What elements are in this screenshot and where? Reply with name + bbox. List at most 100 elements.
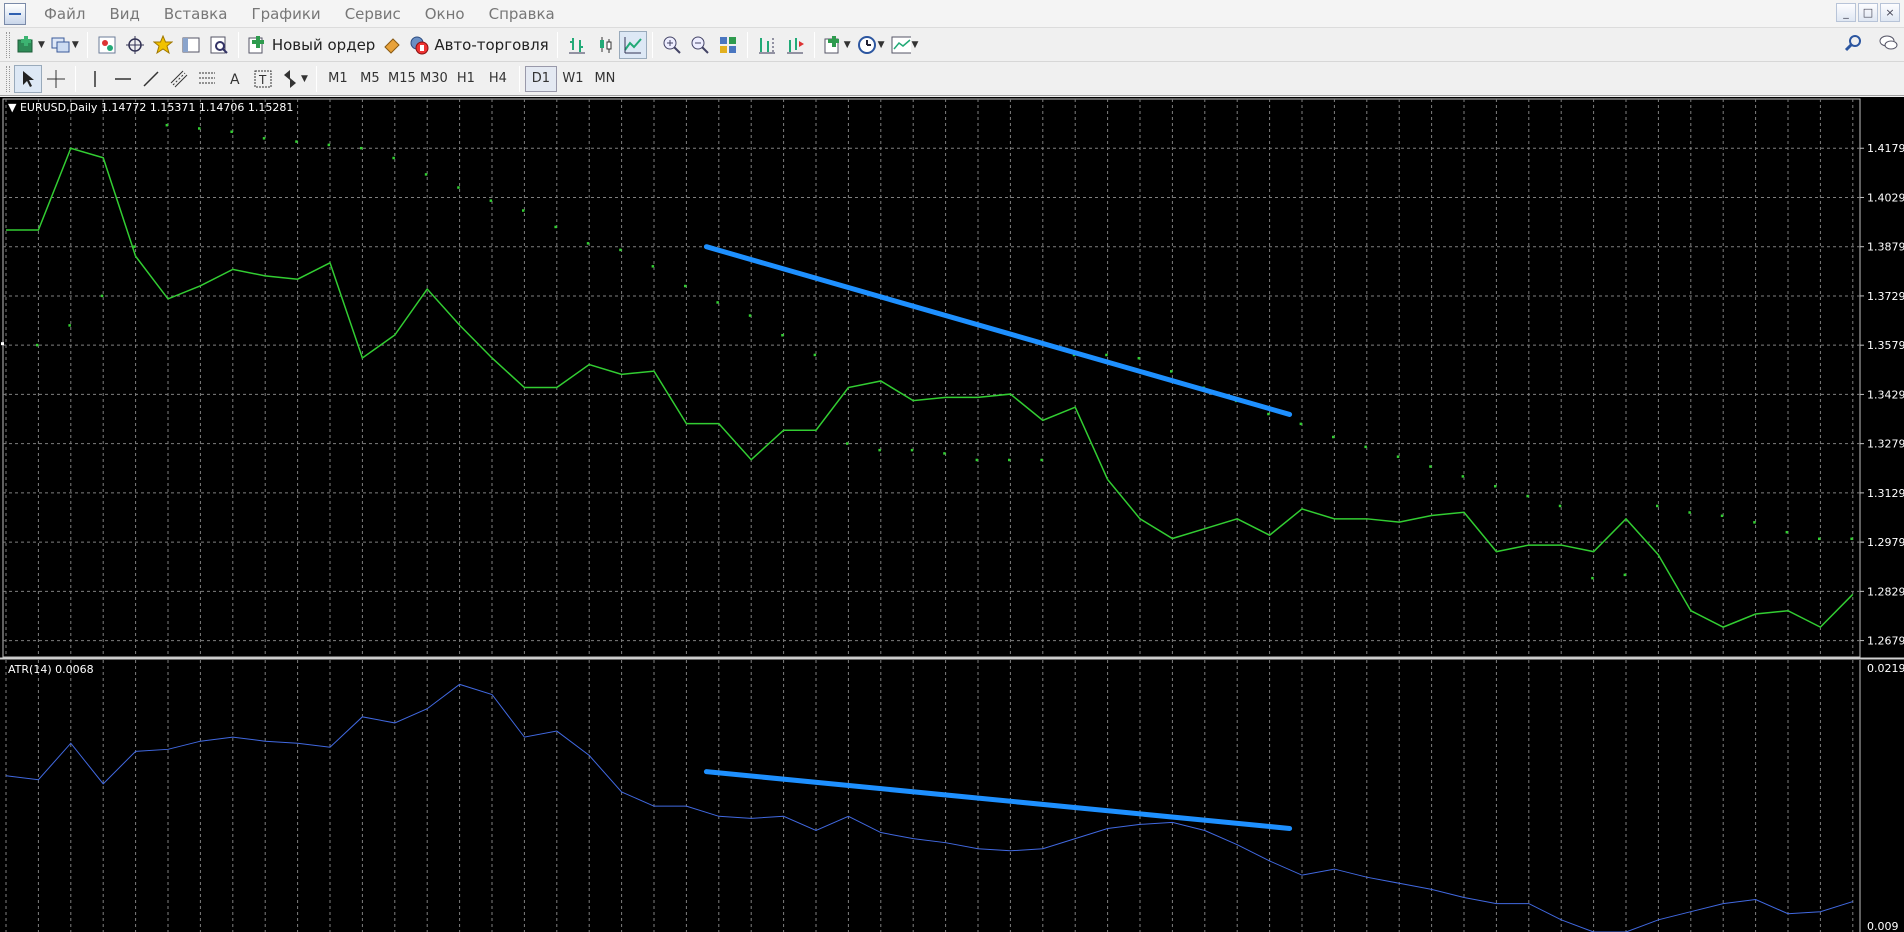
tester-button[interactable]	[205, 31, 233, 59]
sar-dot	[522, 209, 525, 212]
sar-dot	[68, 324, 71, 327]
profiles-button[interactable]: ▼	[48, 31, 82, 59]
new-chart-button[interactable]: ▼	[14, 31, 48, 59]
sar-dot	[1688, 511, 1691, 514]
text-label-icon: T	[253, 69, 273, 89]
line-studies-toolbar: A T ▼ M1 M5 M15 M30 H1 H4 D1 W1 MN	[0, 62, 1904, 96]
menu-tools[interactable]: Сервис	[333, 5, 413, 23]
favorites-button[interactable]	[149, 31, 177, 59]
candle-chart-button[interactable]	[591, 31, 619, 59]
search-icon[interactable]	[1844, 34, 1862, 56]
navigator-button[interactable]	[121, 31, 149, 59]
chart-header: ▼ EURUSD,Daily 1.14772 1.15371 1.14706 1…	[8, 101, 293, 114]
terminal-button[interactable]	[177, 31, 205, 59]
price-axis-label: 1.3879	[1867, 241, 1904, 254]
horizontal-line-icon	[113, 69, 133, 89]
chat-icon[interactable]	[1878, 34, 1898, 56]
sar-dot	[1267, 412, 1270, 416]
atr-header: ATR(14) 0.0068	[8, 663, 94, 676]
arrows-button[interactable]: ▼	[277, 65, 311, 93]
minimize-button[interactable]: _	[1836, 3, 1856, 22]
sar-dot	[457, 186, 460, 189]
sar-dot	[100, 294, 104, 298]
sar-dot	[781, 334, 784, 337]
auto-trading-label: Авто-торговля	[434, 35, 549, 54]
sar-dot	[262, 137, 266, 140]
period-m1-button[interactable]: M1	[322, 66, 354, 92]
price-chart-svg[interactable]: 1.4179 1.4029 1.3879 1.3729 1.3579 1.3429 1.32…	[0, 97, 1904, 932]
menu-window[interactable]: Окно	[413, 5, 477, 23]
period-h4-button[interactable]: H4	[482, 66, 514, 92]
market-watch-icon	[97, 35, 117, 55]
chart-window[interactable]: 1.4179 1.4029 1.3879 1.3729 1.3579 1.3429 1.32…	[0, 97, 1904, 932]
sar-dot	[748, 314, 752, 317]
period-d1-button[interactable]: D1	[524, 65, 557, 92]
collapse-arrow-icon[interactable]: ▼	[8, 101, 16, 114]
menu-charts[interactable]: Графики	[239, 5, 332, 23]
arrows-icon	[280, 69, 300, 89]
period-m15-button[interactable]: M15	[386, 66, 418, 92]
sar-dot	[198, 127, 201, 130]
period-m30-button[interactable]: M30	[418, 66, 450, 92]
sar-dot	[1008, 458, 1011, 462]
autoscroll-button[interactable]	[781, 31, 809, 59]
toolbar-grip[interactable]	[6, 31, 10, 58]
market-watch-button[interactable]	[93, 31, 121, 59]
app-icon[interactable]	[4, 2, 26, 25]
line-chart-button[interactable]	[618, 30, 647, 59]
indicators-button[interactable]: ▼	[820, 31, 854, 59]
period-m5-button[interactable]: M5	[354, 66, 386, 92]
sar-dot	[1170, 370, 1173, 373]
zoom-out-icon	[690, 35, 710, 55]
periods-icon	[857, 35, 877, 55]
zoom-in-button[interactable]	[658, 31, 686, 59]
horizontal-line-button[interactable]	[109, 65, 137, 93]
line-chart-icon	[623, 35, 643, 55]
sar-dot	[619, 248, 622, 252]
navigator-icon	[125, 35, 145, 55]
terminal-icon	[181, 35, 201, 55]
candle-chart-icon	[595, 35, 615, 55]
sar-dot	[1753, 521, 1756, 524]
meta-editor-icon	[382, 35, 402, 55]
menu-view[interactable]: Вид	[97, 5, 151, 23]
crosshair-button[interactable]	[42, 65, 70, 93]
cursor-button[interactable]	[14, 64, 42, 93]
text-label-button[interactable]: T	[249, 65, 277, 93]
vertical-line-button[interactable]	[81, 65, 109, 93]
templates-button[interactable]: ▼	[888, 31, 922, 59]
sar-dot	[813, 353, 817, 357]
crosshair-icon	[46, 69, 66, 89]
close-button[interactable]: ×	[1880, 3, 1900, 22]
text-icon: A	[225, 69, 245, 89]
bar-chart-button[interactable]	[563, 31, 591, 59]
meta-editor-button[interactable]	[378, 31, 406, 59]
text-button[interactable]: A	[221, 65, 249, 93]
period-h1-button[interactable]: H1	[450, 66, 482, 92]
zoom-out-button[interactable]	[686, 31, 714, 59]
price-axis-label: 1.4029	[1867, 191, 1904, 204]
new-order-button[interactable]: Новый ордер	[244, 31, 378, 59]
atr-trendline[interactable]	[703, 769, 1293, 831]
sar-dot	[327, 143, 331, 147]
sar-dot	[684, 284, 687, 288]
trendline-button[interactable]	[137, 65, 165, 93]
templates-icon	[891, 35, 911, 55]
price-axis-label: 1.3129	[1867, 487, 1904, 500]
menu-file[interactable]: Файл	[32, 5, 97, 23]
periods-button[interactable]: ▼	[854, 31, 888, 59]
menu-help[interactable]: Справка	[477, 5, 567, 23]
sar-dot	[975, 458, 979, 462]
period-w1-button[interactable]: W1	[557, 66, 589, 92]
sar-dot	[1396, 455, 1400, 458]
menu-insert[interactable]: Вставка	[152, 5, 240, 23]
chart-shift-button[interactable]	[753, 31, 781, 59]
tile-windows-button[interactable]	[714, 31, 742, 59]
equidistant-channel-button[interactable]	[165, 65, 193, 93]
price-trendline[interactable]	[703, 244, 1293, 417]
restore-button[interactable]: □	[1858, 3, 1878, 22]
auto-trading-button[interactable]: Авто-торговля	[406, 31, 551, 59]
fibonacci-button[interactable]	[193, 65, 221, 93]
toolbar-grip-2[interactable]	[6, 65, 10, 92]
period-mn-button[interactable]: MN	[589, 66, 621, 92]
